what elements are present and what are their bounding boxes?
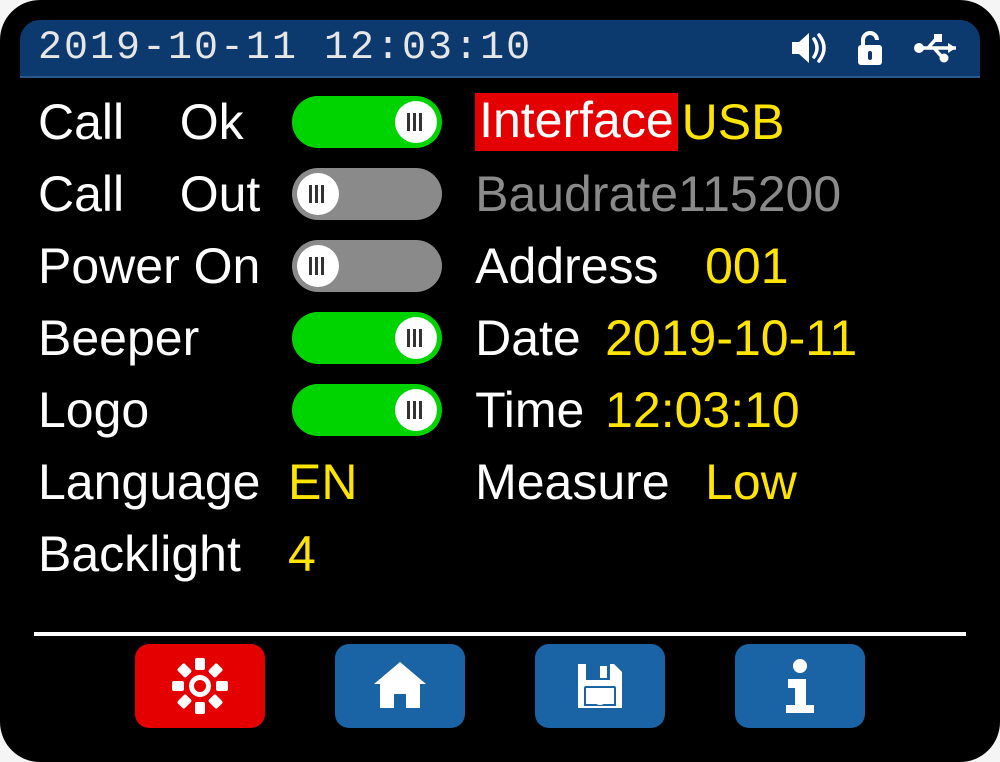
main-area: Call Ok Call Out Power On Beeper L xyxy=(20,78,980,626)
save-button[interactable] xyxy=(535,644,665,728)
settings-button[interactable] xyxy=(135,644,265,728)
beeper-label: Beeper xyxy=(38,313,288,363)
row-call-out[interactable]: Call Out xyxy=(38,158,475,230)
call-out-label: Call Out xyxy=(38,169,288,219)
language-value: EN xyxy=(288,457,357,507)
backlight-value: 4 xyxy=(288,529,316,579)
address-label: Address xyxy=(475,241,705,291)
settings-right-column: Interface USB Baudrate 115200 Address 00… xyxy=(475,86,968,626)
gear-icon xyxy=(170,656,230,716)
beeper-toggle[interactable] xyxy=(292,312,442,364)
date-label: Date xyxy=(475,313,605,363)
time-label: Time xyxy=(475,385,605,435)
row-baudrate: Baudrate 115200 xyxy=(475,158,968,230)
row-power-on[interactable]: Power On xyxy=(38,230,475,302)
measure-value: Low xyxy=(705,457,797,507)
status-datetime: 2019-10-11 12:03:10 xyxy=(38,26,790,71)
baudrate-value: 115200 xyxy=(678,169,841,219)
call-ok-label: Call Ok xyxy=(38,97,288,147)
row-measure[interactable]: Measure Low xyxy=(475,446,968,518)
row-date[interactable]: Date 2019-10-11 xyxy=(475,302,968,374)
interface-value: USB xyxy=(682,97,785,147)
settings-left-column: Call Ok Call Out Power On Beeper L xyxy=(38,86,475,626)
bottom-nav xyxy=(20,636,980,742)
info-icon xyxy=(780,657,820,715)
status-icons xyxy=(790,29,962,67)
address-value: 001 xyxy=(705,241,788,291)
row-interface[interactable]: Interface USB xyxy=(475,86,968,158)
row-call-ok[interactable]: Call Ok xyxy=(38,86,475,158)
row-logo[interactable]: Logo xyxy=(38,374,475,446)
language-label: Language xyxy=(38,457,288,507)
row-address[interactable]: Address 001 xyxy=(475,230,968,302)
speaker-icon xyxy=(790,31,828,65)
status-bar: 2019-10-11 12:03:10 xyxy=(20,20,980,78)
info-button[interactable] xyxy=(735,644,865,728)
home-button[interactable] xyxy=(335,644,465,728)
measure-label: Measure xyxy=(475,457,705,507)
device-frame: 2019-10-11 12:03:10 xyxy=(0,0,1000,762)
row-backlight[interactable]: Backlight 4 xyxy=(38,518,475,590)
unlock-icon xyxy=(854,29,886,67)
screen: 2019-10-11 12:03:10 xyxy=(20,20,980,742)
time-value: 12:03:10 xyxy=(605,385,800,435)
row-time[interactable]: Time 12:03:10 xyxy=(475,374,968,446)
call-out-toggle[interactable] xyxy=(292,168,442,220)
call-ok-toggle[interactable] xyxy=(292,96,442,148)
interface-label: Interface xyxy=(475,93,678,151)
row-beeper[interactable]: Beeper xyxy=(38,302,475,374)
backlight-label: Backlight xyxy=(38,529,288,579)
logo-label: Logo xyxy=(38,385,288,435)
date-value: 2019-10-11 xyxy=(605,313,857,363)
baudrate-label: Baudrate xyxy=(475,169,678,219)
power-on-label: Power On xyxy=(38,241,288,291)
home-icon xyxy=(370,658,430,714)
power-on-toggle[interactable] xyxy=(292,240,442,292)
usb-icon xyxy=(912,33,962,63)
row-language[interactable]: Language EN xyxy=(38,446,475,518)
save-icon xyxy=(572,658,628,714)
logo-toggle[interactable] xyxy=(292,384,442,436)
